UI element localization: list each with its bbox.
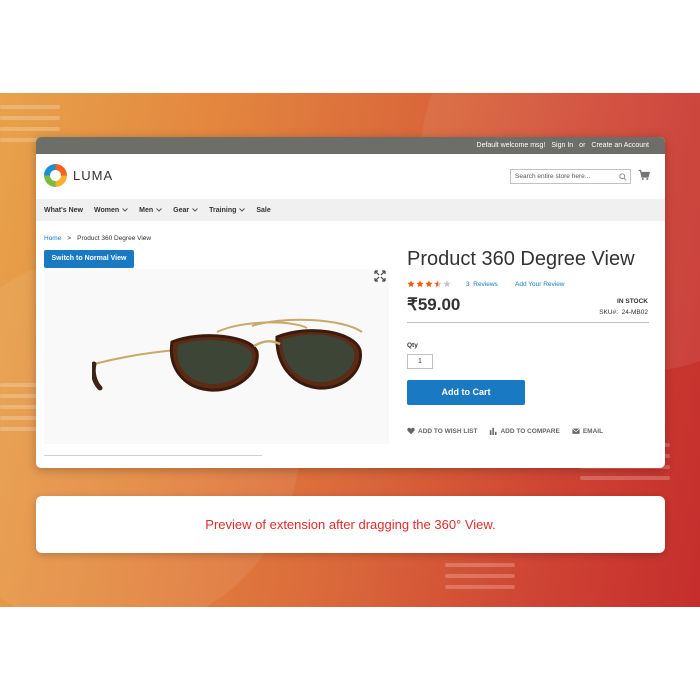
qty-label: Qty [407,342,418,349]
breadcrumb-separator: > [67,235,72,242]
chevron-down-icon [192,208,198,212]
wishlist-label: ADD TO WISH LIST [418,427,478,435]
fullscreen-icon[interactable] [374,270,386,282]
sunglasses-product-image [92,318,363,392]
nav-item[interactable]: Training [209,206,246,214]
decorative-stripes [0,383,40,438]
nav-item[interactable]: Gear [173,207,198,214]
product-title: Product 360 Degree View [407,248,635,270]
decorative-stripes [445,563,515,596]
star-icon [443,280,451,288]
reviews-label: Reviews [473,281,498,288]
stock-status: IN STOCK [617,298,648,305]
header: LUMA Search entire store here... [36,154,665,199]
nav-item[interactable]: Men [139,206,163,214]
or-text: or [579,142,586,149]
search-placeholder: Search entire store here... [515,173,591,180]
create-account-link[interactable]: Create an Account [591,142,649,149]
email-label: EMAIL [582,427,604,435]
compare-label: ADD TO COMPARE [500,427,560,435]
welcome-message: Default welcome msg! [476,142,546,149]
rating-stars [407,280,451,288]
star-icon [425,280,433,288]
nav-item[interactable]: What's New [44,207,83,214]
product-price: ₹59.00 [407,295,461,314]
star-icon [416,280,424,288]
star-icon [434,280,442,288]
add-review-link[interactable]: Add Your Review [515,281,565,288]
main-navigation: What's New Women Men Gear Training Sale [36,199,665,221]
logo-text: LUMA [73,168,114,183]
product-actions: ADD TO WISH LIST ADD TO COMPARE EMAIL [407,427,603,435]
sku-value: 24-MB02 [621,309,648,316]
caption-text: Preview of extension after dragging the … [205,517,496,532]
search-input[interactable]: Search entire store here... [510,169,631,184]
breadcrumb-current: Product 360 Degree View [77,235,152,242]
logo[interactable]: LUMA [44,164,113,187]
email-icon [571,428,580,434]
chevron-down-icon [122,208,129,212]
nav-item-label: Women [94,206,120,214]
nav-item-label: Training [209,206,237,214]
compare-icon [490,427,497,435]
nav-item-label: What's New [44,206,84,214]
star-icon [407,280,415,288]
cart-icon[interactable] [638,169,650,181]
thumbnail-divider [44,455,262,456]
nav-item-label: Sale [256,206,271,214]
breadcrumb-home[interactable]: Home [44,235,61,242]
top-bar: Default welcome msg! Sign In or Create a… [36,137,665,154]
price-divider [407,322,649,323]
switch-to-normal-view-button[interactable]: Switch to Normal View [44,250,134,268]
sku: SKU#: 24-MB02 [599,309,648,316]
review-count: 3 [466,281,470,288]
store-window: Default welcome msg! Sign In or Create a… [36,137,665,468]
add-to-wishlist-link[interactable]: ADD TO WISH LIST [407,427,477,435]
qty-input[interactable]: 1 [407,354,433,369]
add-to-compare-link[interactable]: ADD TO COMPARE [489,427,560,435]
luma-logo-icon [44,164,67,187]
email-link[interactable]: EMAIL [571,427,604,435]
chevron-down-icon [156,208,163,212]
sku-label: SKU#: [599,309,618,316]
chevron-down-icon [239,208,246,212]
search-icon[interactable] [619,173,627,181]
nav-item-label: Men [139,206,154,214]
add-to-cart-button[interactable]: Add to Cart [407,380,525,405]
sign-in-link[interactable]: Sign In [551,142,573,149]
nav-item[interactable]: Sale [256,207,270,214]
reviews-link[interactable]: 3 Reviews [466,281,498,288]
nav-item[interactable]: Women [94,206,129,214]
caption-card: Preview of extension after dragging the … [36,496,665,553]
nav-item-label: Gear [173,206,190,214]
heart-icon [407,427,415,435]
breadcrumb: Home > Product 360 Degree View [44,235,151,242]
